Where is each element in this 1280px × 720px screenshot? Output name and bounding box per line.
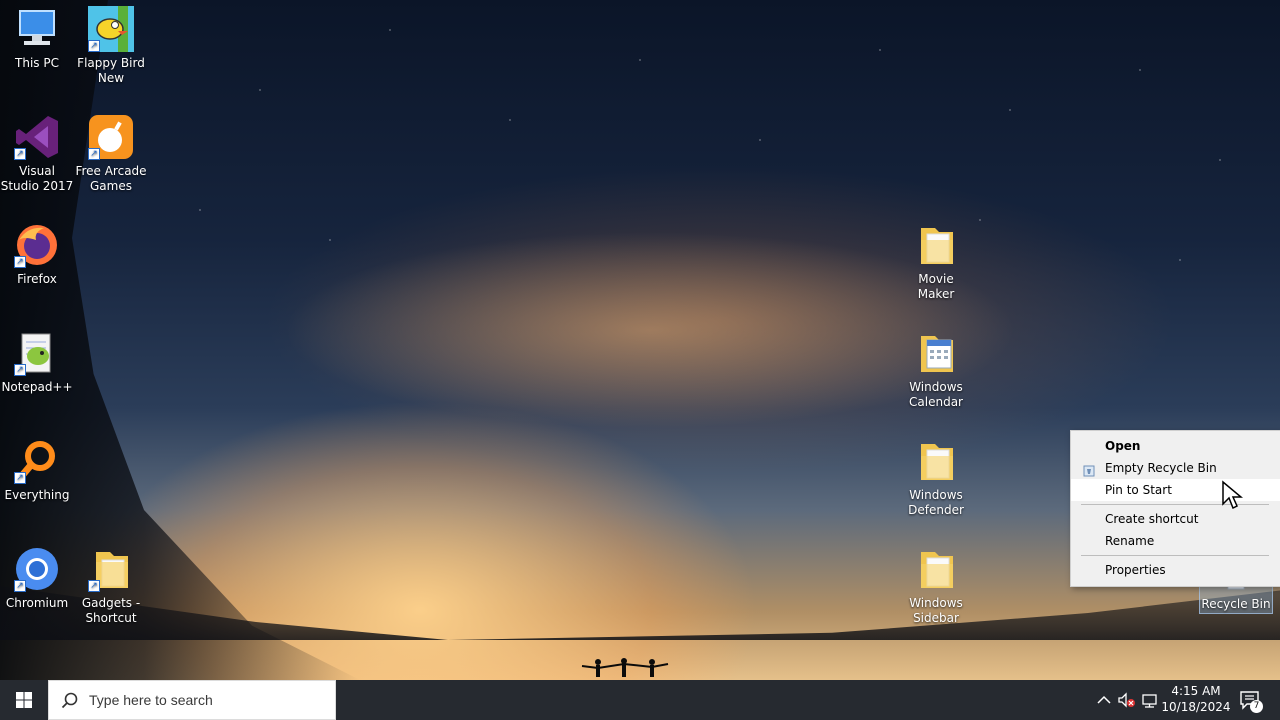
folder-icon: ↗	[88, 546, 134, 592]
flappy-bird-icon: ↗	[88, 6, 134, 52]
desktop-icon-label: Windows Calendar	[909, 380, 963, 409]
notification-count-badge: 7	[1250, 700, 1263, 713]
desktop-icon-label: Visual Studio 2017	[0, 164, 74, 193]
context-menu-properties[interactable]: Properties	[1071, 559, 1280, 581]
shortcut-arrow-icon: ↗	[14, 364, 26, 376]
desktop-icon-flappy-bird[interactable]: ↗ Flappy Bird New	[74, 6, 148, 86]
desktop-icon-label: This PC	[15, 56, 59, 70]
search-icon	[61, 692, 78, 709]
desktop-icon-chromium[interactable]: ↗ Chromium	[0, 546, 74, 611]
context-menu-label: Create shortcut	[1105, 512, 1199, 526]
shortcut-arrow-icon: ↗	[14, 256, 26, 268]
clock-time: 4:15 AM	[1171, 684, 1221, 698]
taskbar: Type here to search 4:15 AM 10/18/2024 7	[0, 680, 1280, 720]
desktop-icon-everything[interactable]: ↗ Everything	[0, 438, 74, 503]
desktop-icon-label: Chromium	[5, 596, 69, 610]
context-menu-label: Empty Recycle Bin	[1105, 461, 1217, 475]
context-menu-pin-to-start[interactable]: Pin to Start	[1071, 479, 1280, 501]
network-icon[interactable]	[1140, 690, 1160, 710]
desktop-icon-windows-sidebar[interactable]: Windows Sidebar	[899, 546, 973, 626]
taskbar-clock[interactable]: 4:15 AM 10/18/2024	[1160, 683, 1232, 715]
firefox-icon: ↗	[14, 222, 60, 268]
action-center-button[interactable]: 7	[1238, 688, 1263, 713]
desktop-icon-label: Recycle Bin	[1201, 597, 1271, 611]
taskbar-search-box[interactable]: Type here to search	[48, 680, 336, 720]
visual-studio-icon: ↗	[14, 114, 60, 160]
folder-icon	[913, 546, 959, 592]
desktop-icon-label: Movie Maker	[917, 272, 955, 301]
shortcut-arrow-icon: ↗	[14, 148, 26, 160]
chromium-icon: ↗	[14, 546, 60, 592]
shortcut-arrow-icon: ↗	[88, 148, 100, 160]
desktop-icon-label: Flappy Bird New	[77, 56, 145, 85]
desktop-icon-free-arcade-games[interactable]: ↗ Free Arcade Games	[74, 114, 148, 194]
desktop-icon-notepad-plus-plus[interactable]: ↗ Notepad++	[0, 330, 74, 395]
wallpaper-people-silhouette	[581, 658, 669, 677]
desktop-icon-label: Notepad++	[1, 380, 73, 394]
desktop-icon-label: Windows Defender	[908, 488, 964, 517]
desktop-icon-movie-maker[interactable]: Movie Maker	[899, 222, 973, 302]
shortcut-arrow-icon: ↗	[14, 580, 26, 592]
context-menu-label: Open	[1105, 439, 1141, 453]
search-placeholder: Type here to search	[89, 692, 213, 708]
desktop-icon-label: Everything	[4, 488, 70, 502]
desktop-icon-windows-calendar[interactable]: Windows Calendar	[899, 330, 973, 410]
clock-date: 10/18/2024	[1161, 700, 1231, 714]
arcade-games-icon: ↗	[88, 114, 134, 160]
chevron-up-icon[interactable]	[1094, 690, 1114, 710]
context-menu: Open Empty Recycle Bin Pin to Start Crea…	[1070, 430, 1280, 587]
this-pc-icon	[14, 6, 60, 52]
folder-calendar-icon	[913, 330, 959, 376]
desktop-icon-this-pc[interactable]: This PC	[0, 6, 74, 71]
context-menu-separator	[1081, 555, 1269, 556]
volume-muted-icon[interactable]	[1116, 690, 1136, 710]
desktop-icon-visual-studio[interactable]: ↗ Visual Studio 2017	[0, 114, 74, 194]
context-menu-create-shortcut[interactable]: Create shortcut	[1071, 508, 1280, 530]
desktop-icon-firefox[interactable]: ↗ Firefox	[0, 222, 74, 287]
recycle-bin-small-icon	[1083, 462, 1095, 477]
folder-icon	[913, 222, 959, 268]
context-menu-label: Properties	[1105, 563, 1166, 577]
notepad-plus-plus-icon: ↗	[14, 330, 60, 376]
shortcut-arrow-icon: ↗	[88, 40, 100, 52]
context-menu-empty-recycle-bin[interactable]: Empty Recycle Bin	[1071, 457, 1280, 479]
everything-search-icon: ↗	[14, 438, 60, 484]
context-menu-open[interactable]: Open	[1071, 435, 1280, 457]
desktop-icon-label: Free Arcade Games	[75, 164, 147, 193]
desktop-icon-windows-defender[interactable]: Windows Defender	[899, 438, 973, 518]
mouse-cursor-icon	[1222, 480, 1243, 510]
context-menu-label: Pin to Start	[1105, 483, 1172, 497]
shortcut-arrow-icon: ↗	[88, 580, 100, 592]
desktop-icon-label: Windows Sidebar	[909, 596, 963, 625]
context-menu-rename[interactable]: Rename	[1071, 530, 1280, 552]
desktop-icon-label: Gadgets - Shortcut	[81, 596, 141, 625]
folder-icon	[913, 438, 959, 484]
desktop-icon-label: Firefox	[17, 272, 57, 286]
start-button[interactable]	[0, 680, 48, 720]
shortcut-arrow-icon: ↗	[14, 472, 26, 484]
windows-logo-icon	[16, 692, 32, 708]
context-menu-label: Rename	[1105, 534, 1155, 548]
desktop-icon-gadgets-shortcut[interactable]: ↗ Gadgets - Shortcut	[74, 546, 148, 626]
